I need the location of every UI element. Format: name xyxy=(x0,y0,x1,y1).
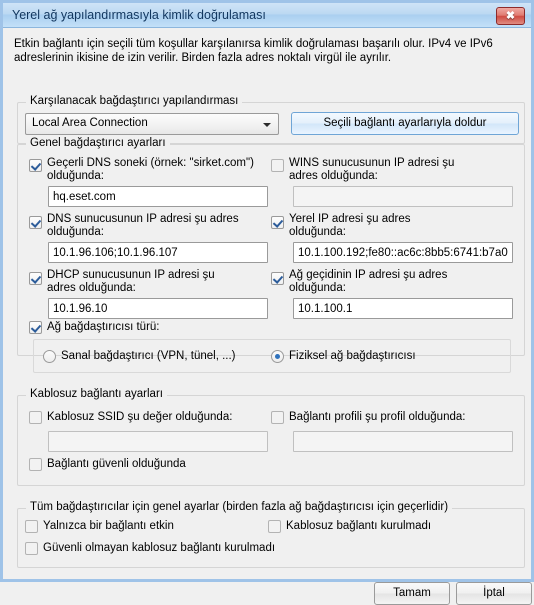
wins-server-input[interactable] xyxy=(293,186,513,207)
connection-secure-label: Bağlantı güvenli olduğunda xyxy=(47,458,186,470)
connection-select[interactable]: Local Area Connection xyxy=(25,113,279,135)
local-ip-label: Yerel IP adresi şu adres olduğunda: xyxy=(289,213,411,238)
only-one-connection-checkbox[interactable] xyxy=(25,520,38,533)
cancel-button[interactable]: İptal xyxy=(456,582,532,605)
dialog-window: Yerel ağ yapılandırmasıyla kimlik doğrul… xyxy=(0,0,534,605)
dns-server-input[interactable] xyxy=(48,242,268,263)
dns-server-label: DNS sunucusunun IP adresi şu adres olduğ… xyxy=(47,213,239,238)
dns-suffix-checkbox[interactable] xyxy=(29,159,42,172)
no-wireless-connection-checkbox[interactable] xyxy=(268,520,281,533)
gateway-ip-checkbox[interactable] xyxy=(271,272,284,285)
radio-virtual-adapter[interactable] xyxy=(43,350,56,363)
wireless-ssid-input[interactable] xyxy=(48,431,268,452)
chevron-down-icon xyxy=(263,123,271,127)
no-insecure-wireless-checkbox[interactable] xyxy=(25,542,38,555)
connection-profile-label: Bağlantı profili şu profil olduğunda: xyxy=(289,411,466,423)
radio-physical-adapter[interactable] xyxy=(271,350,284,363)
gateway-ip-input[interactable] xyxy=(293,298,513,319)
general-adapter-settings-legend: Genel bağdaştırıcı ayarları xyxy=(26,137,170,149)
connection-profile-input[interactable] xyxy=(293,431,513,452)
no-wireless-connection-label: Kablosuz bağlantı kurulmadı xyxy=(286,520,432,532)
dhcp-server-label: DHCP sunucusunun IP adresi şu adres oldu… xyxy=(47,269,215,294)
connection-select-value: Local Area Connection xyxy=(32,117,148,129)
gateway-ip-label: Ağ geçidinin IP adresi şu adres olduğund… xyxy=(289,269,448,294)
dns-suffix-input[interactable] xyxy=(48,186,268,207)
dns-server-checkbox[interactable] xyxy=(29,216,42,229)
dhcp-server-input[interactable] xyxy=(48,298,268,319)
intro-text: Etkin bağlantı için seçili tüm koşullar … xyxy=(14,38,493,64)
adapter-type-label: Ağ bağdaştırıcısı türü: xyxy=(47,321,160,333)
wins-server-checkbox[interactable] xyxy=(271,159,284,172)
no-insecure-wireless-label: Güvenli olmayan kablosuz bağlantı kurulm… xyxy=(43,542,276,554)
only-one-connection-label: Yalnızca bir bağlantı etkin xyxy=(43,520,174,532)
local-ip-checkbox[interactable] xyxy=(271,216,284,229)
radio-physical-adapter-label: Fiziksel ağ bağdaştırıcısı xyxy=(289,350,416,362)
connection-secure-checkbox[interactable] xyxy=(29,458,42,471)
ok-button[interactable]: Tamam xyxy=(374,582,450,605)
wireless-settings-legend: Kablosuz bağlantı ayarları xyxy=(26,388,167,400)
wireless-ssid-label: Kablosuz SSID şu değer olduğunda: xyxy=(47,411,233,423)
title-bar: Yerel ağ yapılandırmasıyla kimlik doğrul… xyxy=(3,0,531,28)
dns-suffix-label: Geçerli DNS soneki (örnek: "sirket.com")… xyxy=(47,157,254,182)
window-title: Yerel ağ yapılandırmasıyla kimlik doğrul… xyxy=(12,8,266,22)
connection-profile-checkbox[interactable] xyxy=(271,411,284,424)
close-icon[interactable]: ✖ xyxy=(496,7,525,25)
global-settings-legend: Tüm bağdaştırıcılar için genel ayarlar (… xyxy=(26,501,453,513)
dhcp-server-checkbox[interactable] xyxy=(29,272,42,285)
fill-from-selected-connection-button[interactable]: Seçili bağlantı ayarlarıyla doldur xyxy=(291,112,519,135)
local-ip-input[interactable] xyxy=(293,242,513,263)
wireless-ssid-checkbox[interactable] xyxy=(29,411,42,424)
adapter-type-checkbox[interactable] xyxy=(29,321,42,334)
global-settings-group: Tüm bağdaştırıcılar için genel ayarlar (… xyxy=(17,501,525,568)
adapter-config-legend: Karşılanacak bağdaştırıcı yapılandırması xyxy=(26,95,243,107)
wins-server-label: WINS sunucusunun IP adresi şu adres oldu… xyxy=(289,157,455,182)
radio-virtual-adapter-label: Sanal bağdaştırıcı (VPN, tünel, ...) xyxy=(61,350,236,362)
